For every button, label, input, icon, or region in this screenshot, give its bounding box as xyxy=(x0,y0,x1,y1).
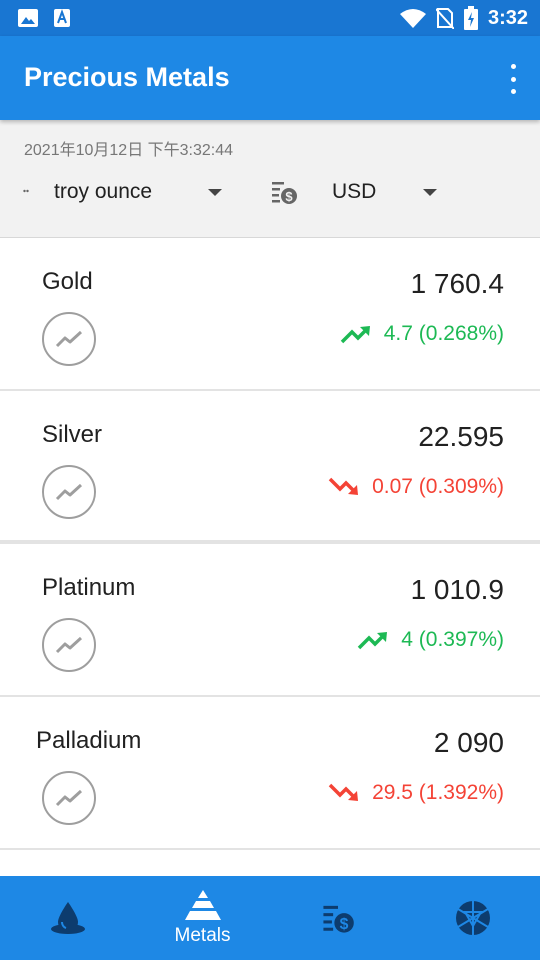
price-change: 4.7 (0.268%) xyxy=(340,322,504,346)
metal-list: Gold 1 760.4 4.7 (0.268%) Silver 22.595 … xyxy=(0,238,540,876)
trending-down-icon xyxy=(328,783,359,801)
bottom-nav: Metals $ xyxy=(0,876,540,960)
status-bar: 3:32 xyxy=(0,0,540,36)
trend-chart-button[interactable] xyxy=(42,465,96,519)
metal-name: Palladium xyxy=(36,727,142,754)
nav-item-metals[interactable]: Metals xyxy=(135,876,270,960)
no-sim-icon xyxy=(435,8,454,29)
font-icon xyxy=(54,9,70,27)
svg-text:$: $ xyxy=(285,189,293,204)
weight-icon xyxy=(23,189,29,193)
metal-price: 2 090 xyxy=(433,727,504,758)
trend-chart-button[interactable] xyxy=(42,618,96,672)
price-change: 4 (0.397%) xyxy=(357,628,504,652)
metal-price: 22.595 xyxy=(418,421,504,452)
unit-value: troy ounce xyxy=(54,180,153,203)
trend-chart-button[interactable] xyxy=(42,771,96,825)
unit-dropdown[interactable]: troy ounce xyxy=(20,174,230,210)
price-change-value: 29.5 (1.392%) xyxy=(372,781,504,804)
battery-charging-icon xyxy=(463,6,478,30)
gem-icon xyxy=(455,901,490,935)
show-chart-icon xyxy=(55,789,83,807)
app-title: Precious Metals xyxy=(24,62,230,92)
app-bar: Precious Metals xyxy=(0,36,540,120)
more-vert-icon[interactable] xyxy=(506,64,520,94)
metal-name: Gold xyxy=(42,268,93,295)
wifi-icon xyxy=(399,9,426,28)
status-time: 3:32 xyxy=(487,6,528,29)
price-change: 0.07 (0.309%) xyxy=(328,475,504,499)
metal-name: Platinum xyxy=(42,574,136,601)
trending-down-icon xyxy=(328,477,359,495)
show-chart-icon xyxy=(55,483,83,501)
trending-up-icon xyxy=(340,326,370,344)
drop-icon xyxy=(50,902,85,934)
filter-panel: 2021年10月12日 下午3:32:44 troy ounce $ USD xyxy=(0,120,540,238)
price-change-value: 0.07 (0.309%) xyxy=(372,475,504,498)
list-item[interactable] xyxy=(0,850,540,876)
nav-item-currency[interactable]: $ xyxy=(270,876,405,960)
metal-row-silver[interactable]: Silver 22.595 0.07 (0.309%) xyxy=(0,391,540,544)
trending-up-icon xyxy=(358,632,388,650)
currency-dropdown[interactable]: $ USD xyxy=(270,174,450,210)
nav-item-gem[interactable] xyxy=(405,876,540,960)
show-chart-icon xyxy=(55,330,83,348)
trend-chart-button[interactable] xyxy=(42,312,96,366)
currency-list-icon: $ xyxy=(272,182,297,204)
price-change-value: 4.7 (0.268%) xyxy=(383,322,504,345)
price-change: 29.5 (1.392%) xyxy=(328,781,504,805)
status-left-icons xyxy=(18,9,70,27)
pyramid-icon xyxy=(184,890,221,920)
chevron-down-icon xyxy=(208,189,222,196)
metal-row-platinum[interactable]: Platinum 1 010.9 4 (0.397%) xyxy=(0,544,540,697)
metal-row-palladium[interactable]: Palladium 2 090 29.5 (1.392%) xyxy=(0,697,540,850)
metal-price: 1 760.4 xyxy=(410,268,504,299)
nav-label-metals: Metals xyxy=(174,925,231,946)
price-change-value: 4 (0.397%) xyxy=(401,628,504,651)
currency-value: USD xyxy=(332,180,377,203)
status-right-icons: 3:32 xyxy=(399,6,528,30)
svg-text:$: $ xyxy=(339,916,348,933)
metal-price: 1 010.9 xyxy=(410,574,504,605)
show-chart-icon xyxy=(55,636,83,654)
metal-name: Silver xyxy=(42,421,103,448)
metal-row-gold[interactable]: Gold 1 760.4 4.7 (0.268%) xyxy=(0,238,540,391)
image-icon xyxy=(18,9,38,27)
timestamp: 2021年10月12日 下午3:32:44 xyxy=(24,142,234,159)
nav-item-drop[interactable] xyxy=(0,876,135,960)
chevron-down-icon xyxy=(423,189,437,196)
currency-list-icon: $ xyxy=(322,905,354,933)
